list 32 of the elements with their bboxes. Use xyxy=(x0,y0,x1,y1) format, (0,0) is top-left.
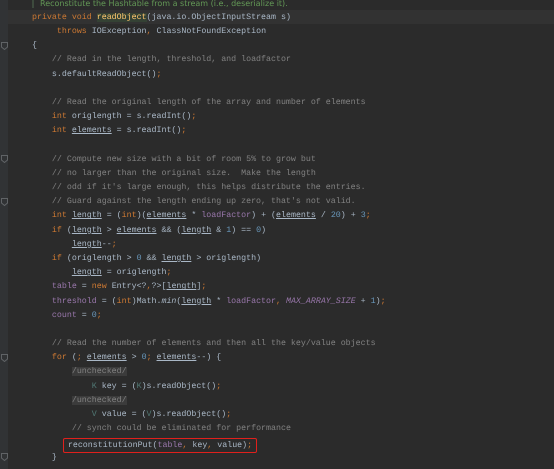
code-line: // Read the original length of the array and number of elements xyxy=(52,98,366,107)
code-line: if (length > elements && (length & 1) == 0) xyxy=(52,226,266,235)
code-line: length--; xyxy=(72,240,117,249)
code-line: reconstitutionPut(table, key, value); xyxy=(68,440,252,450)
fold-icon[interactable] xyxy=(1,42,8,50)
code-line: if (origlength > 0 && length > origlength) xyxy=(52,254,262,263)
code-line: // Read in the length, threshold, and loadfactor xyxy=(52,55,291,64)
code-line: private void readObject(java.io.ObjectInputStream s) xyxy=(32,12,291,22)
code-line: throws IOException, ClassNotFoundException xyxy=(56,26,266,36)
code-line: // no larger than the original size. Make the length xyxy=(52,168,316,178)
code-line: int length = (int)(elements * loadFactor) + (elements / 20) + 3; xyxy=(52,211,371,220)
code-line: for (; elements > 0; elements--) { xyxy=(52,353,222,362)
fold-icon[interactable] xyxy=(1,453,8,462)
code-line: // Compute new size with a bit of room 5% to grow but xyxy=(52,154,316,164)
fold-icon[interactable] xyxy=(1,354,8,362)
code-line: threshold = (int)Math.min(length * loadFactor, MAX_ARRAY_SIZE + 1); xyxy=(52,296,386,306)
code-line: // odd if it's large enough, this helps distribute the entries. xyxy=(52,183,366,192)
fold-icon[interactable] xyxy=(1,198,8,206)
code-line: V value = (V)s.readObject(); xyxy=(92,410,232,420)
code-line: // Guard against the length ending up zero, that's not valid. xyxy=(52,197,356,206)
code-line: { xyxy=(32,41,37,50)
code-line: table = new Entry<?,?>[length]; xyxy=(52,282,206,292)
fold-icon[interactable] xyxy=(1,155,8,164)
code-line: count = 0; xyxy=(52,310,102,320)
code-line: // synch could be eliminated for performance xyxy=(72,424,291,434)
code-line: length = origlength; xyxy=(72,268,172,278)
code-line: } xyxy=(52,452,57,462)
code-line: // Read the number of elements and then all the key/value objects xyxy=(52,339,376,348)
code-line: int origlength = s.readInt(); xyxy=(52,112,196,122)
code-line: int elements = s.readInt(); xyxy=(52,126,186,136)
code-line: s.defaultReadObject(); xyxy=(52,70,162,79)
code-line: K key = (K)s.readObject(); xyxy=(92,382,222,391)
